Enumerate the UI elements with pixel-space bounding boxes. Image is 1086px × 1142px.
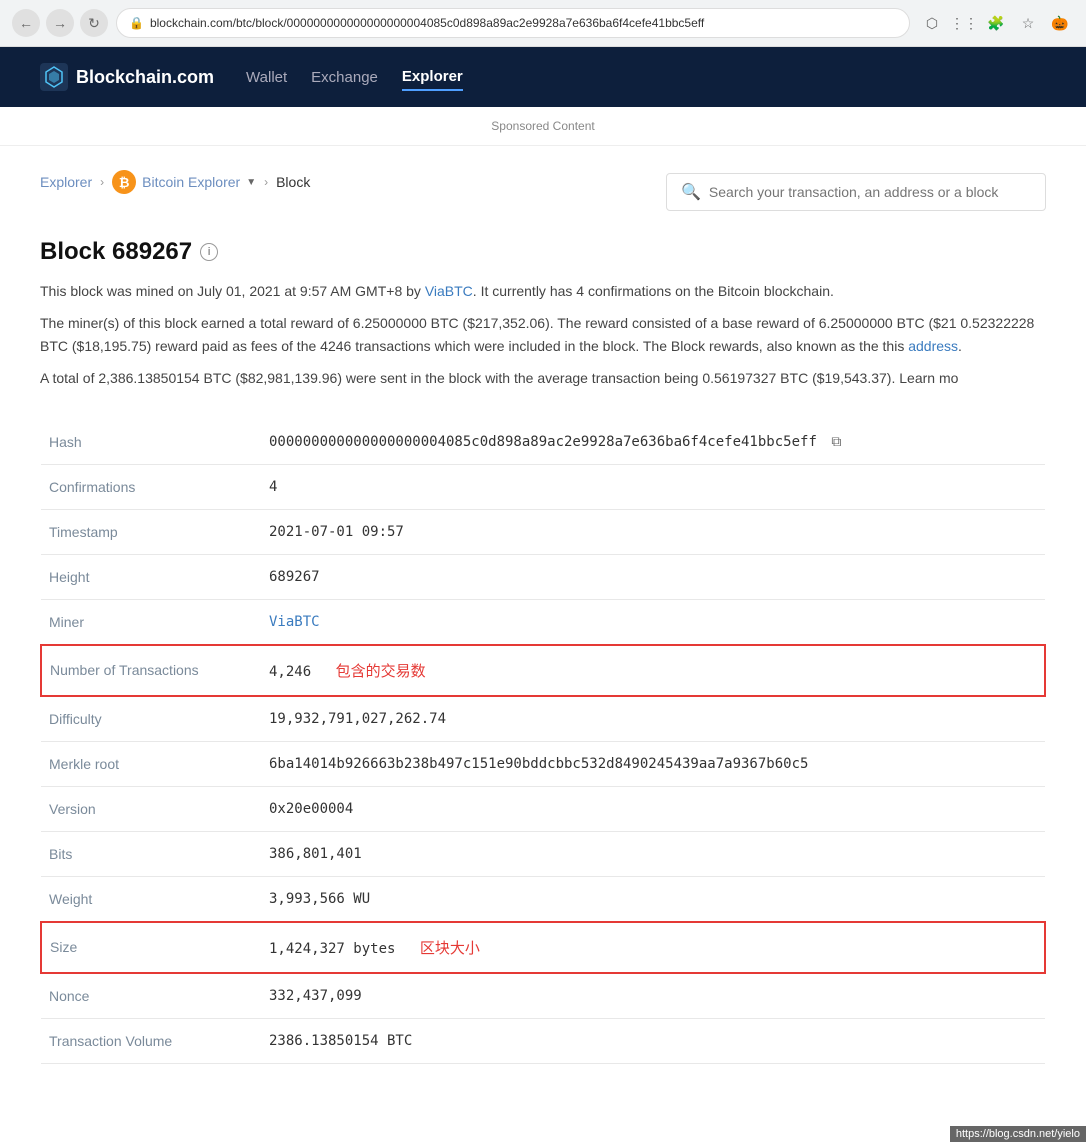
- value-size: 1,424,327 bytes 区块大小: [261, 922, 1045, 973]
- nav-wallet[interactable]: Wallet: [246, 65, 287, 90]
- value-version: 0x20e00004: [261, 786, 1045, 831]
- btc-explorer-wrap: ₿ Bitcoin Explorer ▼: [112, 170, 256, 194]
- value-weight: 3,993,566 WU: [261, 876, 1045, 922]
- table-row-timestamp: Timestamp 2021-07-01 09:57: [41, 509, 1045, 554]
- block-title-text: Block 689267: [40, 238, 192, 266]
- cast-button[interactable]: ⬡: [918, 9, 946, 37]
- navbar: Blockchain.com Wallet Exchange Explorer: [0, 47, 1086, 107]
- url-text: blockchain.com/btc/block/000000000000000…: [150, 16, 897, 30]
- annotation-num-transactions: 包含的交易数: [336, 663, 426, 680]
- value-confirmations: 4: [261, 464, 1045, 509]
- apps-button[interactable]: ⋮⋮: [950, 9, 978, 37]
- description-1: This block was mined on July 01, 2021 at…: [40, 280, 1046, 302]
- table-row-miner: Miner ViaBTC: [41, 599, 1045, 645]
- value-bits: 386,801,401: [261, 831, 1045, 876]
- value-tx-volume: 2386.13850154 BTC: [261, 1018, 1045, 1063]
- label-num-transactions: Number of Transactions: [41, 645, 261, 696]
- top-row: Explorer › ₿ Bitcoin Explorer ▼ › Block …: [40, 170, 1046, 214]
- table-row-merkle: Merkle root 6ba14014b926663b238b497c151e…: [41, 741, 1045, 786]
- annotation-size: 区块大小: [420, 940, 480, 957]
- hash-value: 000000000000000000004085c0d898a89ac2e992…: [269, 434, 817, 450]
- breadcrumb-bitcoin-explorer[interactable]: Bitcoin Explorer: [142, 174, 240, 190]
- nav-explorer[interactable]: Explorer: [402, 64, 463, 91]
- browser-nav-buttons: ← → ↻: [12, 9, 108, 37]
- footer-link: https://blog.csdn.net/yielo: [950, 1126, 1086, 1142]
- search-container: 🔍: [666, 173, 1046, 211]
- table-row-height: Height 689267: [41, 554, 1045, 599]
- table-row-size: Size 1,424,327 bytes 区块大小: [41, 922, 1045, 973]
- label-hash: Hash: [41, 420, 261, 465]
- bookmark-button[interactable]: ☆: [1014, 9, 1042, 37]
- label-confirmations: Confirmations: [41, 464, 261, 509]
- label-tx-volume: Transaction Volume: [41, 1018, 261, 1063]
- label-miner: Miner: [41, 599, 261, 645]
- search-input[interactable]: [709, 184, 1031, 200]
- viabtc-link-1[interactable]: ViaBTC: [425, 283, 473, 299]
- table-row-confirmations: Confirmations 4: [41, 464, 1045, 509]
- value-height: 689267: [261, 554, 1045, 599]
- extensions-button[interactable]: 🧩: [982, 9, 1010, 37]
- table-row-num-transactions: Number of Transactions 4,246 包含的交易数: [41, 645, 1045, 696]
- value-difficulty: 19,932,791,027,262.74: [261, 696, 1045, 742]
- forward-button[interactable]: →: [46, 9, 74, 37]
- description-2: The miner(s) of this block earned a tota…: [40, 312, 1046, 357]
- lock-icon: 🔒: [129, 16, 144, 30]
- copy-hash-icon[interactable]: ⧉: [831, 434, 841, 450]
- footer-link-text: https://blog.csdn.net/yielo: [956, 1128, 1080, 1140]
- label-timestamp: Timestamp: [41, 509, 261, 554]
- breadcrumb-block: Block: [276, 174, 310, 190]
- sponsored-text: Sponsored Content: [491, 119, 594, 133]
- label-version: Version: [41, 786, 261, 831]
- browser-action-buttons: ⬡ ⋮⋮ 🧩 ☆ 🎃: [918, 9, 1074, 37]
- main-content: Explorer › ₿ Bitcoin Explorer ▼ › Block …: [0, 146, 1086, 1088]
- value-timestamp: 2021-07-01 09:57: [261, 509, 1045, 554]
- table-row-bits: Bits 386,801,401: [41, 831, 1045, 876]
- nav-links: Wallet Exchange Explorer: [246, 64, 463, 91]
- btc-icon: ₿: [112, 170, 136, 194]
- block-title: Block 689267 i: [40, 238, 1046, 266]
- label-weight: Weight: [41, 876, 261, 922]
- search-icon: 🔍: [681, 182, 701, 202]
- explorer-dropdown-icon[interactable]: ▼: [246, 177, 256, 188]
- sponsored-banner: Sponsored Content: [0, 107, 1086, 146]
- nav-exchange[interactable]: Exchange: [311, 65, 378, 90]
- address-link[interactable]: address: [908, 338, 958, 354]
- block-data-table: Hash 000000000000000000004085c0d898a89ac…: [40, 420, 1046, 1064]
- miner-link[interactable]: ViaBTC: [269, 614, 320, 630]
- label-difficulty: Difficulty: [41, 696, 261, 742]
- table-row-version: Version 0x20e00004: [41, 786, 1045, 831]
- description-3: A total of 2,386.13850154 BTC ($82,981,1…: [40, 367, 1046, 389]
- value-nonce: 332,437,099: [261, 973, 1045, 1019]
- block-data-table-wrapper: Hash 000000000000000000004085c0d898a89ac…: [40, 420, 1046, 1064]
- label-merkle: Merkle root: [41, 741, 261, 786]
- back-button[interactable]: ←: [12, 9, 40, 37]
- breadcrumb-sep-2: ›: [264, 175, 268, 189]
- value-hash: 000000000000000000004085c0d898a89ac2e992…: [261, 420, 1045, 465]
- logo-text: Blockchain.com: [76, 67, 214, 88]
- label-nonce: Nonce: [41, 973, 261, 1019]
- logo[interactable]: Blockchain.com: [40, 63, 214, 91]
- value-merkle: 6ba14014b926663b238b497c151e90bddcbbc532…: [261, 741, 1045, 786]
- breadcrumb-explorer[interactable]: Explorer: [40, 174, 92, 190]
- breadcrumb-sep-1: ›: [100, 175, 104, 189]
- blockchain-logo-icon: [40, 63, 68, 91]
- browser-chrome: ← → ↻ 🔒 blockchain.com/btc/block/0000000…: [0, 0, 1086, 47]
- breadcrumb: Explorer › ₿ Bitcoin Explorer ▼ › Block: [40, 170, 310, 194]
- table-row-weight: Weight 3,993,566 WU: [41, 876, 1045, 922]
- table-row-tx-volume: Transaction Volume 2386.13850154 BTC: [41, 1018, 1045, 1063]
- label-size: Size: [41, 922, 261, 973]
- table-row-hash: Hash 000000000000000000004085c0d898a89ac…: [41, 420, 1045, 465]
- profile-button[interactable]: 🎃: [1046, 9, 1074, 37]
- value-miner: ViaBTC: [261, 599, 1045, 645]
- refresh-button[interactable]: ↻: [80, 9, 108, 37]
- value-num-transactions: 4,246 包含的交易数: [261, 645, 1045, 696]
- info-icon[interactable]: i: [200, 243, 218, 261]
- address-bar[interactable]: 🔒 blockchain.com/btc/block/0000000000000…: [116, 8, 910, 38]
- label-height: Height: [41, 554, 261, 599]
- table-row-difficulty: Difficulty 19,932,791,027,262.74: [41, 696, 1045, 742]
- table-row-nonce: Nonce 332,437,099: [41, 973, 1045, 1019]
- label-bits: Bits: [41, 831, 261, 876]
